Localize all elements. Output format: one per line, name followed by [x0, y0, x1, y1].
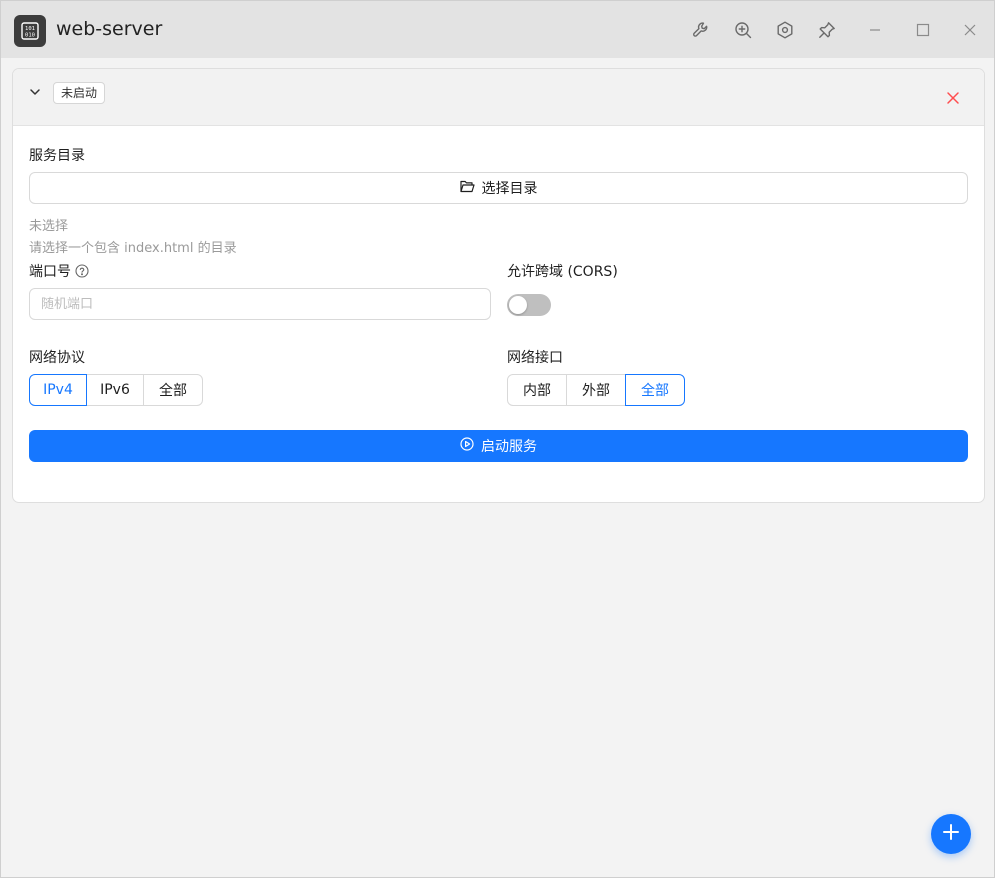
port-label-text: 端口号 — [29, 264, 71, 280]
cors-toggle[interactable] — [507, 294, 551, 316]
help-icon[interactable] — [75, 264, 89, 282]
port-label: 端口号 — [29, 261, 89, 282]
zoom-in-icon[interactable] — [729, 16, 757, 44]
start-server-button[interactable]: 启动服务 — [29, 430, 968, 462]
interface-option-external[interactable]: 外部 — [566, 374, 626, 406]
directory-hint: 请选择一个包含 index.html 的目录 — [29, 241, 237, 256]
maximize-icon[interactable] — [909, 16, 937, 44]
selected-directory-text: 未选择 — [29, 219, 69, 234]
directory-label: 服务目录 — [29, 148, 85, 164]
interface-label: 网络接口 — [507, 350, 563, 366]
toggle-knob — [509, 296, 527, 314]
interface-segmented: 内部 外部 全部 — [507, 374, 685, 406]
app-title: web-server — [56, 18, 163, 40]
remove-server-icon[interactable] — [943, 88, 963, 108]
port-input[interactable] — [29, 288, 491, 320]
wrench-icon[interactable] — [687, 16, 715, 44]
protocol-label: 网络协议 — [29, 350, 85, 366]
title-bar: 101 010 web-server — [1, 1, 994, 58]
protocol-option-all[interactable]: 全部 — [143, 374, 203, 406]
app-window: 101 010 web-server 未启动 服务目录 选择目录 未选择 请选择… — [0, 0, 995, 878]
svg-text:010: 010 — [25, 33, 35, 39]
protocol-option-ipv6[interactable]: IPv6 — [86, 374, 144, 406]
settings-hex-icon[interactable] — [771, 16, 799, 44]
add-server-button[interactable] — [931, 814, 971, 854]
plus-icon — [942, 823, 960, 845]
play-circle-icon — [460, 437, 474, 455]
select-directory-label: 选择目录 — [481, 181, 538, 197]
chevron-down-icon[interactable] — [27, 84, 43, 100]
cors-label: 允许跨域 (CORS) — [507, 264, 618, 280]
svg-text:101: 101 — [25, 26, 35, 32]
card-header[interactable]: 未启动 — [13, 69, 984, 126]
minimize-icon[interactable] — [861, 16, 889, 44]
select-directory-button[interactable]: 选择目录 — [29, 172, 968, 204]
binary-file-icon: 101 010 — [14, 15, 46, 47]
protocol-option-ipv4[interactable]: IPv4 — [29, 374, 87, 406]
status-badge: 未启动 — [53, 82, 106, 104]
interface-option-all[interactable]: 全部 — [625, 374, 685, 406]
folder-open-icon — [459, 180, 475, 197]
start-server-label: 启动服务 — [481, 439, 537, 455]
pin-icon[interactable] — [813, 16, 841, 44]
server-card: 未启动 服务目录 选择目录 未选择 请选择一个包含 index.html 的目录… — [12, 68, 985, 503]
protocol-segmented: IPv4 IPv6 全部 — [29, 374, 203, 406]
close-icon[interactable] — [956, 16, 984, 44]
interface-option-internal[interactable]: 内部 — [507, 374, 567, 406]
